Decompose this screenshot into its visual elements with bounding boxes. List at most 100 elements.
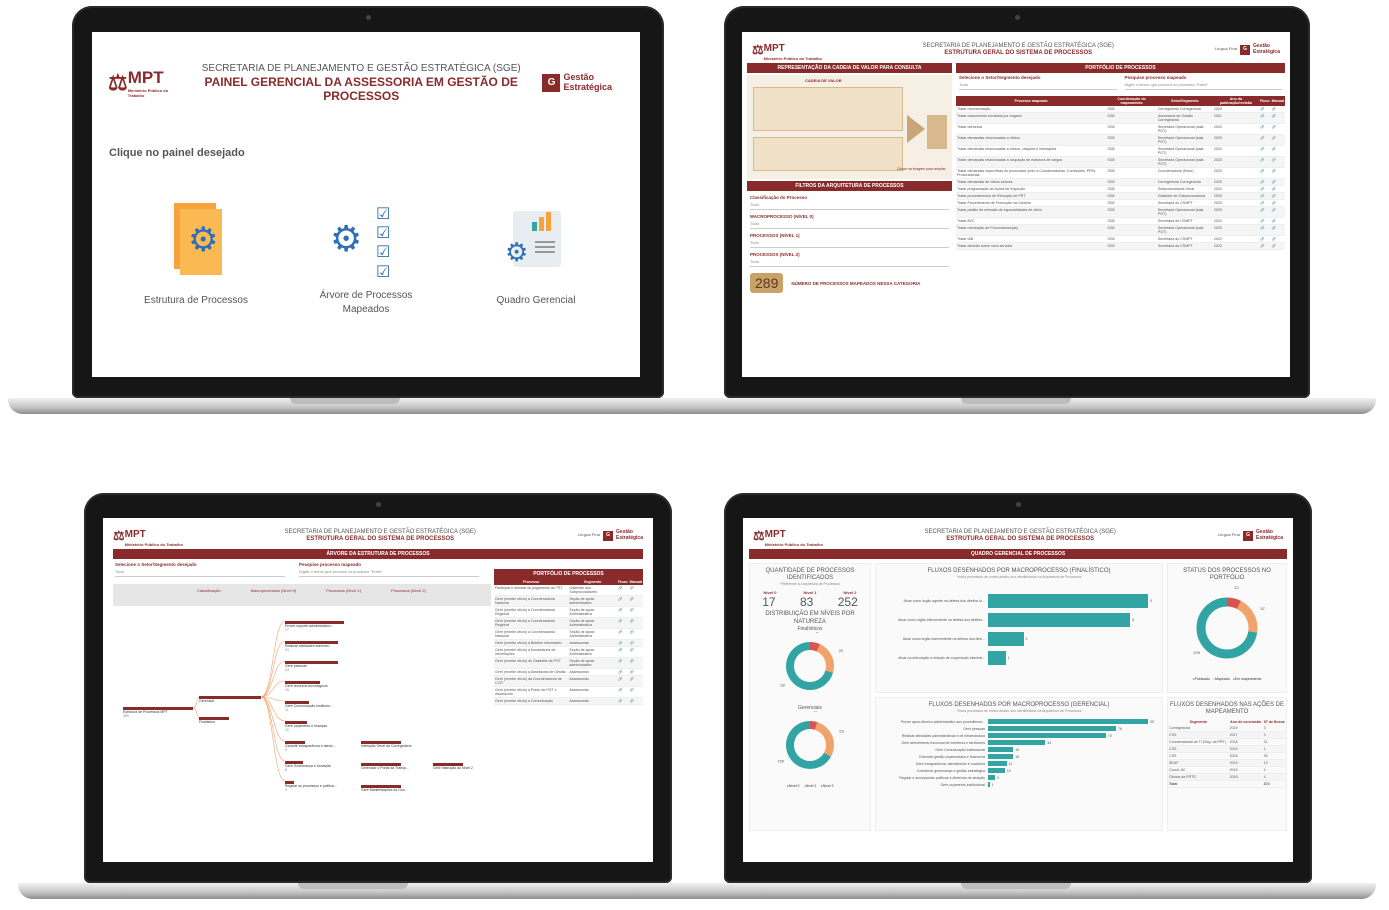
tree-node[interactable]: Gerenciar o Portal da Transp... xyxy=(361,763,409,770)
table-row[interactable]: Gerir (recebe ofício) a funcionários de … xyxy=(494,646,643,658)
manual-link-icon[interactable]: 🔗 xyxy=(1270,185,1285,193)
tree-node[interactable]: Gerir Instrução ao Nível 2 xyxy=(433,763,473,770)
fluxo-link-icon[interactable]: 🔗 xyxy=(617,606,629,618)
manual-link-icon[interactable]: 🔗 xyxy=(1270,242,1285,250)
table-row[interactable]: Tratar documentos enviados por engano SGE… xyxy=(956,112,1285,124)
manual-link-icon[interactable]: 🔗 xyxy=(1270,134,1285,146)
tree-node[interactable]: Gerir pessoas 24 xyxy=(285,661,338,672)
fluxo-link-icon[interactable]: 🔗 xyxy=(617,646,629,658)
manual-link-icon[interactable]: 🔗 xyxy=(1270,224,1285,236)
fluxo-link-icon[interactable]: 🔗 xyxy=(1258,206,1271,218)
manual-link-icon[interactable]: 🔗 xyxy=(1270,167,1285,179)
fluxo-link-icon[interactable]: 🔗 xyxy=(1258,242,1271,250)
tree-node[interactable]: Regular os processos e política... 4 xyxy=(285,781,337,792)
fluxo-link-icon[interactable]: 🔗 xyxy=(1258,178,1271,186)
table-row[interactable]: Gerir (recebe ofício) à Assessoria de Ge… xyxy=(494,668,643,676)
table-row[interactable]: Tratar demandas de vários setores SGE Corr… xyxy=(956,178,1285,186)
fluxo-link-icon[interactable]: 🔗 xyxy=(1258,167,1271,179)
fluxo-link-icon[interactable]: 🔗 xyxy=(1258,235,1271,243)
tree-gerencial[interactable]: Gerencial xyxy=(199,696,261,703)
tree-node[interactable]: Gerir Manifestações na Ouv... xyxy=(361,785,407,792)
table-row[interactable]: Tratar demandas relacionadas a ofícios, … xyxy=(956,145,1285,157)
table-row[interactable]: Participar e orientar do julgamento do T… xyxy=(494,585,643,596)
filter-classificacao[interactable]: Tudo xyxy=(750,200,949,210)
tree-root[interactable]: Estrutura de Processos MPT 289 xyxy=(123,707,193,718)
table-row[interactable]: Tratar procedimentos de Remoção de PRT SG… xyxy=(956,192,1285,200)
table-row[interactable]: Tratar IAB SGE Secretaria do CSMPT 2022 🔗 🔗 xyxy=(956,235,1285,243)
manual-link-icon[interactable]: 🔗 xyxy=(628,686,643,698)
manual-link-icon[interactable]: 🔗 xyxy=(1270,178,1285,186)
fluxo-link-icon[interactable]: 🔗 xyxy=(617,585,629,596)
fluxo-link-icon[interactable]: 🔗 xyxy=(617,668,629,676)
table-row[interactable]: Gerir (recebe ofício) a Coordenadoria Na… xyxy=(494,595,643,607)
table-row[interactable]: Tratar pedido de emissão de especialidad… xyxy=(956,206,1285,218)
card-estrutura[interactable]: ⚙ Estrutura de Processos xyxy=(132,203,260,317)
fluxo-link-icon[interactable]: 🔗 xyxy=(1258,199,1271,207)
fluxo-link-icon[interactable]: 🔗 xyxy=(617,675,629,687)
table-row[interactable]: Gerir (recebe ofício) a Coordenadoria Re… xyxy=(494,617,643,629)
tree-node[interactable]: Gerir orçamento e finanças 10 xyxy=(285,721,327,732)
manual-link-icon[interactable]: 🔗 xyxy=(1270,199,1285,207)
table-row[interactable]: Tratar nomeação de Procuradores(as) SGE Se… xyxy=(956,224,1285,236)
manual-link-icon[interactable]: 🔗 xyxy=(628,697,643,705)
fluxo-link-icon[interactable]: 🔗 xyxy=(1258,145,1271,157)
tree-node[interactable]: Gerir Governança e Inovação 8 xyxy=(285,761,331,772)
table-row[interactable]: Tratar demandas relacionadas a ocupação … xyxy=(956,156,1285,168)
table-row[interactable]: Gerir (recebe ofício) a Boletim informat… xyxy=(494,639,643,647)
filter-nivel1[interactable]: Tudo xyxy=(750,238,949,248)
manual-link-icon[interactable]: 🔗 xyxy=(628,628,643,640)
fluxo-link-icon[interactable]: 🔗 xyxy=(1258,224,1271,236)
manual-link-icon[interactable]: 🔗 xyxy=(628,657,643,669)
manual-link-icon[interactable]: 🔗 xyxy=(1270,123,1285,135)
arvore-search-input[interactable]: Digite o termo que procura no processo "… xyxy=(299,567,479,577)
tree-finalistica[interactable]: Finalística xyxy=(199,717,229,724)
card-quadro[interactable]: ⚙ Quadro Gerencial xyxy=(472,203,600,317)
table-row[interactable]: Gerir (recebe ofício) do Gabinete da PGT… xyxy=(494,657,643,669)
table-row[interactable]: Gerir (recebe ofício) da Coordenadoria d… xyxy=(494,675,643,687)
fluxo-link-icon[interactable]: 🔗 xyxy=(1258,185,1271,193)
table-row[interactable]: Tratar AVC SGE Secretaria do CSMPT 2020 🔗 🔗 xyxy=(956,217,1285,225)
manual-link-icon[interactable]: 🔗 xyxy=(1270,217,1285,225)
manual-link-icon[interactable]: 🔗 xyxy=(1270,112,1285,124)
fluxo-link-icon[interactable]: 🔗 xyxy=(617,617,629,629)
table-row[interactable]: Gerir (recebe ofício) a Coordenadoria Na… xyxy=(494,628,643,640)
manual-link-icon[interactable]: 🔗 xyxy=(1270,235,1285,243)
fluxo-link-icon[interactable]: 🔗 xyxy=(1258,112,1271,124)
tree-node[interactable]: Prover suporte administrativo... 27 xyxy=(285,621,345,632)
manual-link-icon[interactable]: 🔗 xyxy=(628,646,643,658)
table-row[interactable]: Tratar decisão sobre novo servidor SGE Sec… xyxy=(956,242,1285,250)
manual-link-icon[interactable]: 🔗 xyxy=(1270,206,1285,218)
table-row[interactable]: Tratar demandas relacionadas a ofícios SG… xyxy=(956,134,1285,146)
setor-select[interactable]: Tudo xyxy=(959,80,1117,90)
fluxo-link-icon[interactable]: 🔗 xyxy=(617,595,629,607)
cadeia-valor-image[interactable]: CADEIA DE VALOR Clique na imagem para am… xyxy=(747,75,952,179)
fluxo-link-icon[interactable]: 🔗 xyxy=(617,639,629,647)
fluxo-link-icon[interactable]: 🔗 xyxy=(617,686,629,698)
table-row[interactable]: Tratar programação de Ações de Inspeção S… xyxy=(956,185,1285,193)
manual-link-icon[interactable]: 🔗 xyxy=(628,606,643,618)
table-row[interactable]: Tratar denúncia SGE Secretaria Operacional… xyxy=(956,123,1285,135)
fluxo-link-icon[interactable]: 🔗 xyxy=(1258,156,1271,168)
filter-macro[interactable]: Tudo xyxy=(750,219,949,229)
manual-link-icon[interactable]: 🔗 xyxy=(628,585,643,596)
tree-node[interactable]: Realizar atividades administ... 24 xyxy=(285,641,338,652)
filter-nivel2[interactable]: Tudo xyxy=(750,257,949,267)
card-arvore[interactable]: ⚙ ☑ ☑ ☑ ☑ Árvore de Processos Mapeados xyxy=(302,203,430,317)
fluxo-link-icon[interactable]: 🔗 xyxy=(617,657,629,669)
table-row[interactable]: Gerir (recebe ofício) a Ponto de PGT e A… xyxy=(494,686,643,698)
manual-link-icon[interactable]: 🔗 xyxy=(628,617,643,629)
manual-link-icon[interactable]: 🔗 xyxy=(628,595,643,607)
fluxo-link-icon[interactable]: 🔗 xyxy=(617,628,629,640)
manual-link-icon[interactable]: 🔗 xyxy=(628,675,643,687)
fluxo-link-icon[interactable]: 🔗 xyxy=(1258,123,1271,135)
tree-node[interactable]: Garantir transparência e atend... 9 xyxy=(285,741,335,752)
search-input[interactable]: Digite o termo que procura no processo "… xyxy=(1124,80,1282,90)
tree-node[interactable]: Interação Geral da Corregedoria xyxy=(361,741,411,748)
tree-node[interactable]: Gerir recursos tecnológicos 16 xyxy=(285,681,328,692)
fluxo-link-icon[interactable]: 🔗 xyxy=(1258,134,1271,146)
fluxo-link-icon[interactable]: 🔗 xyxy=(1258,217,1271,225)
tree-node[interactable]: Gerir Comunicação Institucio... 11 xyxy=(285,701,333,712)
manual-link-icon[interactable]: 🔗 xyxy=(1270,145,1285,157)
manual-link-icon[interactable]: 🔗 xyxy=(628,668,643,676)
arvore-setor-select[interactable]: Tudo xyxy=(115,567,285,577)
